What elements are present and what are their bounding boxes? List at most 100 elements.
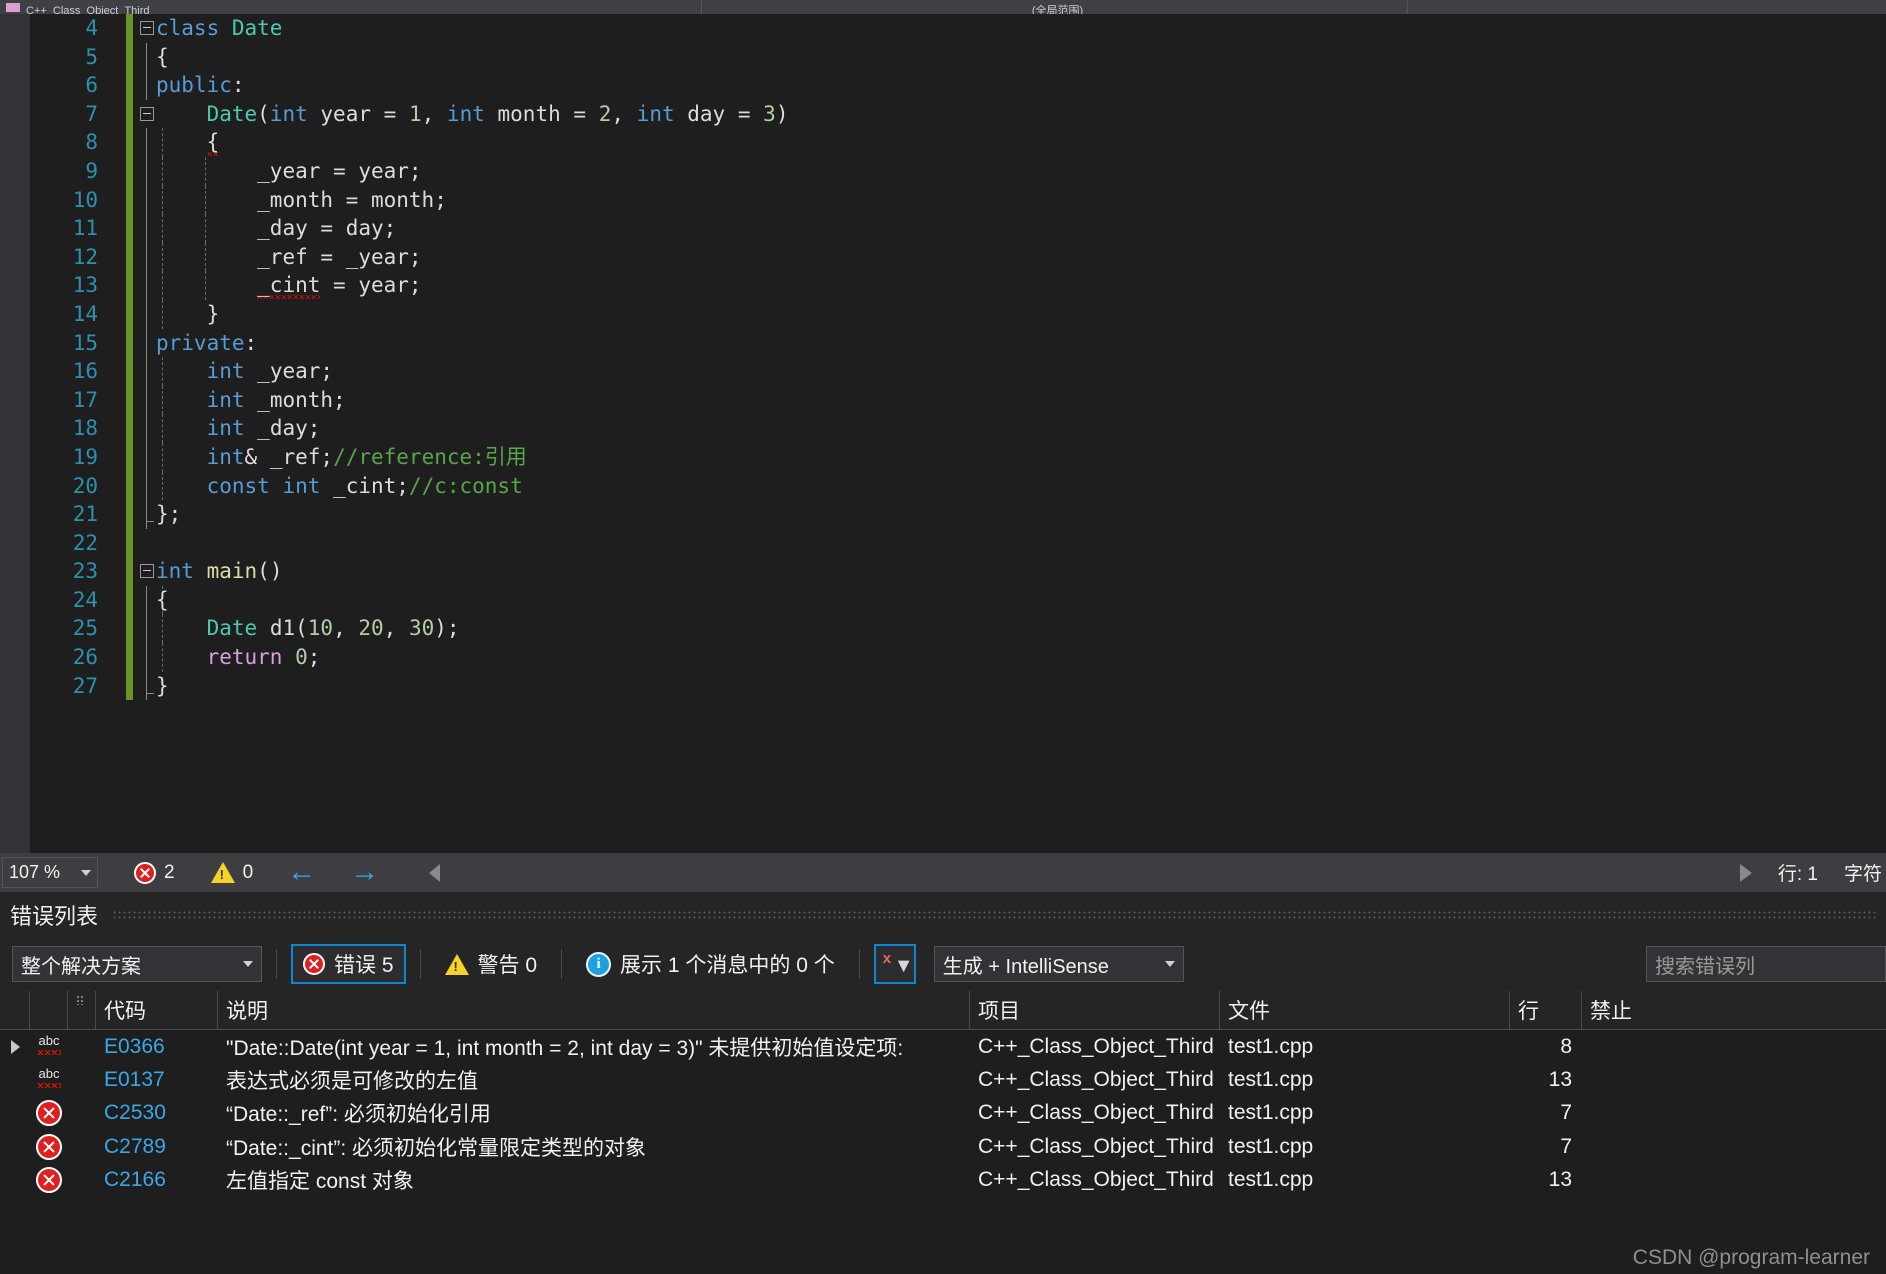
toolbar-separator [419, 949, 421, 979]
code-line-text: int& _ref;//reference:引用 [206, 444, 527, 469]
title-bar-drag-rail[interactable] [112, 909, 1876, 920]
code-line[interactable]: 13 _cint = year; [30, 271, 1886, 300]
row-severity-cell: abc [30, 1063, 68, 1096]
code-line[interactable]: 10 _month = month; [30, 185, 1886, 215]
header-code[interactable]: 代码 [96, 991, 218, 1029]
code-line[interactable]: 9 _year = year; [30, 156, 1886, 186]
error-list-header-row: 代码 说明 项目 文件 行 禁止 [0, 991, 1886, 1030]
row-file: test1.cpp [1228, 1168, 1314, 1192]
navbar-project-combo[interactable]: C++_Class_Object_Third [0, 1, 702, 14]
toolbar-separator [276, 949, 277, 979]
fold-region-line [146, 500, 154, 529]
line-number: 13 [72, 273, 98, 298]
code-line[interactable]: 27} [30, 671, 1886, 701]
header-suppression[interactable]: 禁止 [1582, 991, 1886, 1029]
collapse-region-icon[interactable] [140, 106, 154, 121]
table-row[interactable]: abc E0366 "Date::Date(int year = 1, int mo… [0, 1030, 1886, 1063]
code-line-text: { [156, 44, 169, 69]
row-line: 13 [1548, 1168, 1572, 1192]
row-expander[interactable] [0, 1030, 30, 1063]
collapse-region-icon[interactable] [140, 564, 154, 579]
change-indicator-bar [126, 500, 133, 529]
row-grip-cell [68, 1130, 96, 1163]
row-project: C++_Class_Object_Third [978, 1134, 1214, 1158]
code-editor[interactable]: 4 class Date 5{6 public: 7 Date(int year = 1… [0, 14, 1886, 853]
row-suppression [1582, 1063, 1886, 1096]
table-row[interactable]: C2166 左值指定 const 对象 C++_Class_Object_Third… [0, 1164, 1886, 1197]
build-source-dropdown[interactable]: 生成 + IntelliSense [933, 946, 1184, 982]
code-line[interactable]: 21}; [30, 500, 1886, 529]
scroll-left-icon[interactable] [429, 863, 441, 882]
header-icon-spacer [30, 991, 68, 1029]
collapse-region-icon[interactable] [140, 21, 154, 35]
status-error-count[interactable]: 2 [134, 861, 175, 884]
chevron-right-icon[interactable] [10, 1039, 20, 1054]
code-line[interactable]: 19 int& _ref;//reference:引用 [30, 442, 1886, 472]
fold-region-line [146, 299, 147, 329]
header-line[interactable]: 行 [1510, 991, 1582, 1029]
row-severity-cell: abc [30, 1030, 68, 1063]
row-project: C++_Class_Object_Third [978, 1168, 1214, 1192]
row-description: "Date::Date(int year = 1, int month = 2,… [226, 1036, 904, 1060]
code-line[interactable]: 22 [30, 528, 1886, 558]
row-line: 7 [1560, 1101, 1572, 1125]
code-line[interactable]: 17 int _month; [30, 385, 1886, 415]
code-line[interactable]: 11 _day = day; [30, 214, 1886, 243]
code-line[interactable]: 7 Date(int year = 1, int month = 2, int … [30, 99, 1886, 129]
line-number: 24 [72, 587, 98, 612]
line-number: 21 [72, 502, 98, 527]
code-line[interactable]: 24 { [30, 585, 1886, 615]
row-grip-cell [68, 1063, 96, 1096]
errors-filter-toggle[interactable]: 错误 5 [291, 944, 406, 984]
code-line[interactable]: 16 int _year; [30, 357, 1886, 386]
line-number: 5 [85, 44, 98, 69]
scope-filter-dropdown[interactable]: 整个解决方案 [12, 946, 262, 982]
row-project: C++_Class_Object_Third [978, 1034, 1214, 1058]
navigation-bar: C++_Class_Object_Third (全局范围) [0, 0, 1886, 15]
row-project: C++_Class_Object_Third [978, 1101, 1214, 1125]
code-line[interactable]: 14 } [30, 299, 1886, 329]
chevron-down-icon [81, 869, 91, 876]
code-line-text: Date d1(10, 20, 30); [206, 616, 460, 641]
warning-icon [444, 953, 469, 975]
header-description[interactable]: 说明 [218, 991, 970, 1029]
messages-filter-toggle[interactable]: 展示 1 个消息中的 0 个 [576, 944, 845, 984]
code-line[interactable]: 18 int _day; [30, 414, 1886, 443]
code-line[interactable]: 25 Date d1(10, 20, 30); [30, 614, 1886, 644]
zoom-level-selector[interactable]: 107 % [2, 857, 98, 888]
code-line[interactable]: 26 return 0; [30, 643, 1886, 672]
navigate-forward-icon[interactable]: → [350, 858, 379, 887]
code-line[interactable]: 6 public: [30, 71, 1886, 100]
error-list-table: 代码 说明 项目 文件 行 禁止 abc E0366 "Date::Date(int… [0, 991, 1886, 1274]
header-project[interactable]: 项目 [970, 991, 1220, 1029]
navigate-backward-icon[interactable]: ← [287, 858, 316, 887]
navbar-member-combo[interactable] [1408, 1, 1886, 14]
row-line: 7 [1560, 1134, 1572, 1158]
status-warning-count[interactable]: 0 [210, 862, 253, 884]
code-line[interactable]: 4 class Date [30, 14, 1886, 43]
code-line[interactable]: 8 { [30, 128, 1886, 157]
code-line[interactable]: 23 int main() [30, 557, 1886, 586]
header-file[interactable]: 文件 [1220, 991, 1510, 1029]
code-line[interactable]: 15 private: [30, 328, 1886, 358]
row-grip-cell [68, 1164, 96, 1197]
code-text-area[interactable]: 4 class Date 5{6 public: 7 Date(int year = 1… [30, 14, 1886, 853]
row-severity-cell [30, 1097, 68, 1130]
line-number: 10 [72, 187, 98, 212]
table-row[interactable]: C2789 “Date::_cint”: 必须初始化常量限定类型的对象 C++_Cl… [0, 1130, 1886, 1163]
search-errors-input[interactable]: 搜索错误列 [1646, 946, 1886, 982]
code-line-text: int _day; [206, 416, 321, 441]
scroll-right-icon[interactable] [1739, 863, 1752, 882]
warnings-filter-toggle[interactable]: 警告 0 [435, 944, 548, 984]
code-line[interactable]: 20 const int _cint;//c:const [30, 471, 1886, 501]
table-row[interactable]: abc E0137 表达式必须是可修改的左值 C++_Class_Object_Thi… [0, 1063, 1886, 1096]
code-line[interactable]: 5{ [30, 42, 1886, 72]
line-number: 16 [72, 359, 98, 384]
code-line[interactable]: 12 _ref = _year; [30, 242, 1886, 272]
scope-filter-label: 整个解决方案 [21, 955, 141, 978]
table-row[interactable]: C2530 “Date::_ref”: 必须初始化引用 C++_Class_Obje… [0, 1097, 1886, 1130]
fold-region-line [146, 71, 147, 100]
clear-filter-button[interactable]: x ▼ [873, 944, 916, 984]
header-grip[interactable] [68, 991, 96, 1029]
navbar-scope-combo[interactable]: (全局范围) [702, 1, 1408, 14]
